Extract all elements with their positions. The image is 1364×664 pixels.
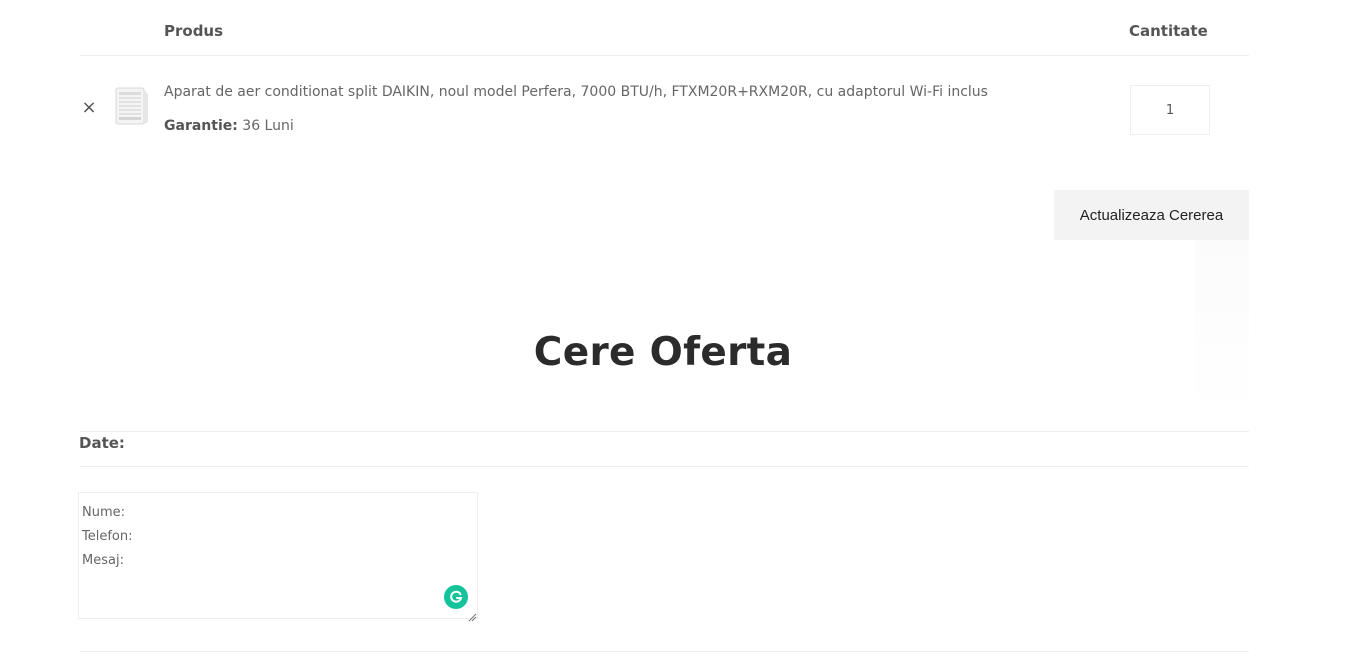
decorative-shade xyxy=(1195,240,1249,415)
product-name-link[interactable]: Aparat de aer conditionat split DAIKIN, … xyxy=(164,84,988,100)
date-bottom-divider xyxy=(80,466,1249,467)
date-label: Date: xyxy=(79,434,125,452)
date-top-divider xyxy=(80,431,1249,432)
form-bottom-divider xyxy=(80,651,1249,652)
table-header-quantity: Cantitate xyxy=(1129,22,1208,40)
air-conditioner-icon xyxy=(110,84,152,130)
warranty-info: Garantie: 36 Luni xyxy=(164,118,294,134)
message-line-phone: Telefon: xyxy=(82,529,133,544)
header-divider xyxy=(80,55,1249,56)
warranty-value: 36 Luni xyxy=(242,118,294,134)
resize-handle-icon[interactable] xyxy=(467,607,477,622)
table-header-product: Produs xyxy=(164,22,224,40)
update-request-button[interactable]: Actualizeaza Cererea xyxy=(1054,190,1249,240)
request-quote-page: Produs Cantitate × Aparat de aer conditi… xyxy=(0,0,1364,664)
quantity-input[interactable] xyxy=(1130,85,1210,135)
message-line-name: Nume: xyxy=(82,505,126,520)
section-title: Cere Oferta xyxy=(533,330,793,375)
message-textarea[interactable]: Nume: Telefon: Mesaj: xyxy=(78,492,478,619)
warranty-label: Garantie: xyxy=(164,118,238,134)
message-line-message: Mesaj: xyxy=(82,553,124,568)
close-icon[interactable]: × xyxy=(80,99,98,117)
grammarly-icon[interactable] xyxy=(444,585,468,609)
